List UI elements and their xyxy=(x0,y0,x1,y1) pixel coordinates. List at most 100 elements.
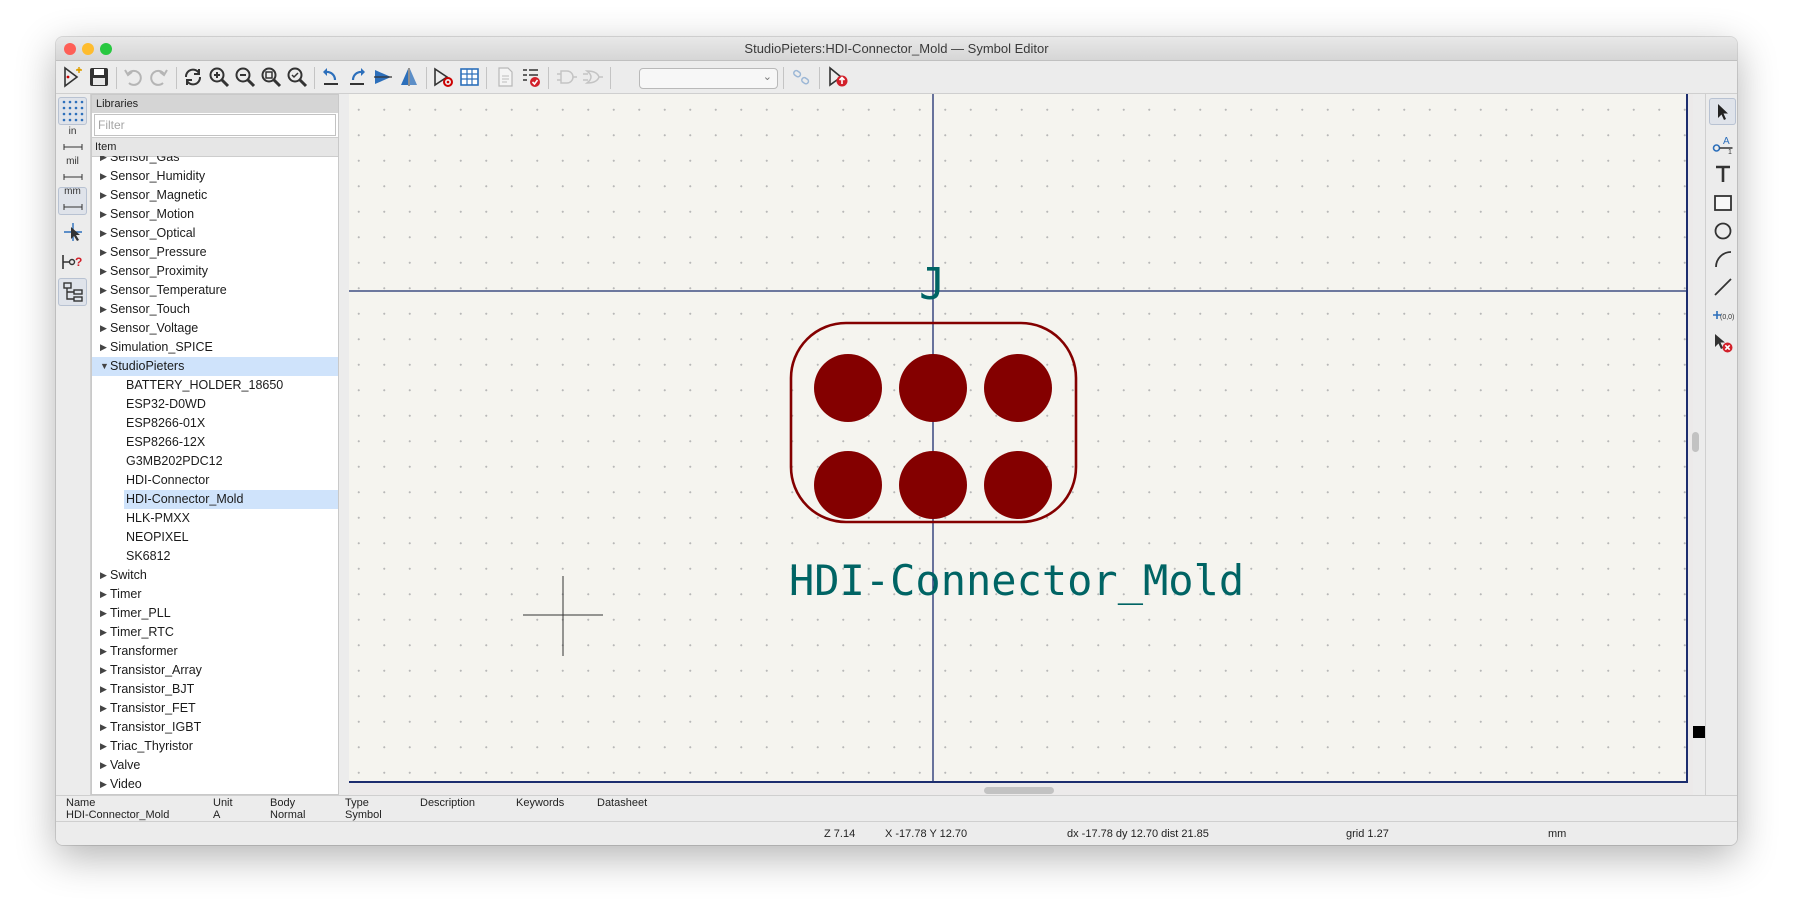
symbol-properties-icon[interactable] xyxy=(430,64,456,90)
library-item[interactable]: ▶ Sensor_Temperature xyxy=(92,281,338,300)
collapsed-arrow-icon[interactable]: ▶ xyxy=(100,642,107,661)
add-rectangle-icon[interactable] xyxy=(1709,189,1736,216)
alternate-body-icon[interactable] xyxy=(580,64,606,90)
select-arrow-icon[interactable] xyxy=(1709,98,1736,125)
library-item[interactable]: ▶ Transistor_FET xyxy=(92,699,338,718)
symbol-item[interactable]: ESP8266-12X xyxy=(92,433,338,452)
add-line-icon[interactable] xyxy=(1709,273,1736,300)
zoom-fit-icon[interactable] xyxy=(258,64,284,90)
item-column-header[interactable]: Item xyxy=(92,137,338,157)
collapsed-arrow-icon[interactable]: ▶ xyxy=(100,718,107,737)
library-item[interactable]: ▶ Timer xyxy=(92,585,338,604)
symbol-item[interactable]: G3MB202PDC12 xyxy=(92,452,338,471)
units-mil-button[interactable]: mil xyxy=(58,157,87,185)
collapsed-arrow-icon[interactable]: ▶ xyxy=(100,243,107,262)
delete-icon[interactable] xyxy=(1709,329,1736,356)
library-item[interactable]: ▶ Switch xyxy=(92,566,338,585)
add-pin-icon[interactable]: A1 xyxy=(1709,130,1736,157)
library-item[interactable]: ▶ Sensor_Gas xyxy=(92,156,338,167)
zoom-out-icon[interactable] xyxy=(232,64,258,90)
symbol-value-text[interactable]: HDI-Connector_Mold xyxy=(789,558,1244,604)
library-item[interactable]: ▶ Transistor_BJT xyxy=(92,680,338,699)
collapsed-arrow-icon[interactable]: ▶ xyxy=(100,205,107,224)
symbol-item[interactable]: HDI-Connector_Mold xyxy=(124,490,338,509)
library-item[interactable]: ▶ Video xyxy=(92,775,338,794)
collapsed-arrow-icon[interactable]: ▶ xyxy=(100,737,107,756)
symbol-item[interactable]: NEOPIXEL xyxy=(92,528,338,547)
export-symbol-icon[interactable] xyxy=(825,64,851,90)
add-circle-icon[interactable] xyxy=(1709,217,1736,244)
cursor-style-icon[interactable] xyxy=(58,218,87,246)
horizontal-scrollbar[interactable] xyxy=(984,787,1054,794)
collapsed-arrow-icon[interactable]: ▶ xyxy=(100,262,107,281)
library-item[interactable]: ▶ Sensor_Touch xyxy=(92,300,338,319)
collapsed-arrow-icon[interactable]: ▶ xyxy=(100,699,107,718)
mirror-horizontal-icon[interactable] xyxy=(370,64,396,90)
redo-icon[interactable] xyxy=(146,64,172,90)
rotate-cw-icon[interactable] xyxy=(344,64,370,90)
set-anchor-icon[interactable]: (0,0) xyxy=(1709,301,1736,328)
collapsed-arrow-icon[interactable]: ▶ xyxy=(100,186,107,205)
collapsed-arrow-icon[interactable]: ▶ xyxy=(100,224,107,243)
collapsed-arrow-icon[interactable]: ▶ xyxy=(100,319,107,338)
pin-table-icon[interactable] xyxy=(456,64,482,90)
add-text-icon[interactable] xyxy=(1709,160,1736,187)
symbol-item[interactable]: HLK-PMXX xyxy=(92,509,338,528)
grid-toggle-icon[interactable] xyxy=(58,97,87,125)
library-item[interactable]: ▶ Sensor_Proximity xyxy=(92,262,338,281)
library-item[interactable]: ▶ Sensor_Pressure xyxy=(92,243,338,262)
link-icon[interactable] xyxy=(789,64,815,90)
library-item[interactable]: ▶ Timer_PLL xyxy=(92,604,338,623)
check-symbol-icon[interactable] xyxy=(518,64,544,90)
expanded-arrow-icon[interactable]: ▼ xyxy=(100,357,109,376)
vertical-scrollbar[interactable] xyxy=(1692,432,1699,452)
library-item[interactable]: ▶ Triac_Thyristor xyxy=(92,737,338,756)
collapsed-arrow-icon[interactable]: ▶ xyxy=(100,604,107,623)
collapsed-arrow-icon[interactable]: ▶ xyxy=(100,680,107,699)
zoom-selection-icon[interactable] xyxy=(284,64,310,90)
collapsed-arrow-icon[interactable]: ▶ xyxy=(100,623,107,642)
collapsed-arrow-icon[interactable]: ▶ xyxy=(100,585,107,604)
datasheet-icon[interactable] xyxy=(492,64,518,90)
units-inch-button[interactable]: in xyxy=(58,127,87,155)
unit-deMorgan-icon[interactable] xyxy=(554,64,580,90)
library-item[interactable]: ▶ Sensor_Magnetic xyxy=(92,186,338,205)
collapsed-arrow-icon[interactable]: ▶ xyxy=(100,300,107,319)
reference-designator[interactable]: J xyxy=(919,263,946,307)
symbol-item[interactable]: BATTERY_HOLDER_18650 xyxy=(92,376,338,395)
library-item[interactable]: ▶ Sensor_Voltage xyxy=(92,319,338,338)
library-item[interactable]: ▶ Valve xyxy=(92,756,338,775)
collapsed-arrow-icon[interactable]: ▶ xyxy=(100,156,107,167)
library-item[interactable]: ▶ Transistor_IGBT xyxy=(92,718,338,737)
refresh-icon[interactable] xyxy=(180,64,206,90)
collapsed-arrow-icon[interactable]: ▶ xyxy=(100,338,107,357)
unit-selector[interactable]: ⌄ xyxy=(639,68,778,89)
symbol-item[interactable]: SK6812 xyxy=(92,547,338,566)
symbol-item[interactable]: ESP8266-01X xyxy=(92,414,338,433)
units-mm-button[interactable]: mm xyxy=(58,187,87,215)
new-symbol-icon[interactable] xyxy=(60,64,86,90)
zoom-in-icon[interactable] xyxy=(206,64,232,90)
undo-icon[interactable] xyxy=(120,64,146,90)
collapsed-arrow-icon[interactable]: ▶ xyxy=(100,281,107,300)
collapsed-arrow-icon[interactable]: ▶ xyxy=(100,167,107,186)
pin-electrical-type-icon[interactable]: ? xyxy=(58,248,87,276)
library-item[interactable]: ▶ Transformer xyxy=(92,642,338,661)
library-filter-input[interactable]: Filter xyxy=(94,114,336,136)
library-item[interactable]: ▶ Sensor_Humidity xyxy=(92,167,338,186)
library-item[interactable]: ▼ StudioPieters xyxy=(92,357,338,376)
collapsed-arrow-icon[interactable]: ▶ xyxy=(100,756,107,775)
collapsed-arrow-icon[interactable]: ▶ xyxy=(100,566,107,585)
library-tree-toggle-icon[interactable] xyxy=(58,278,87,306)
library-item[interactable]: ▶ Sensor_Optical xyxy=(92,224,338,243)
mirror-vertical-icon[interactable] xyxy=(396,64,422,90)
library-item[interactable]: ▶ Simulation_SPICE xyxy=(92,338,338,357)
panel-splitter[interactable] xyxy=(340,94,348,795)
library-tree[interactable]: ▶ Sensor_Gas ▶ Sensor_Humidity ▶ Sensor_Magne… xyxy=(92,156,338,794)
collapsed-arrow-icon[interactable]: ▶ xyxy=(100,775,107,794)
add-arc-icon[interactable] xyxy=(1709,245,1736,272)
symbol-item[interactable]: HDI-Connector xyxy=(92,471,338,490)
collapsed-arrow-icon[interactable]: ▶ xyxy=(100,661,107,680)
rotate-ccw-icon[interactable] xyxy=(318,64,344,90)
symbol-item[interactable]: ESP32-D0WD xyxy=(92,395,338,414)
